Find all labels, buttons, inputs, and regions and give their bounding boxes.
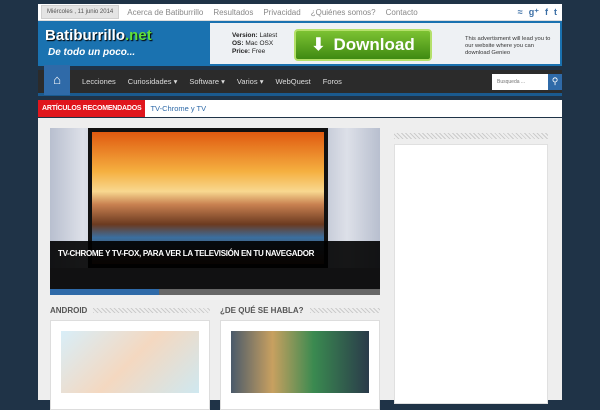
price-label: Price: — [232, 48, 251, 55]
nav-software[interactable]: Software ▾ — [183, 77, 230, 86]
download-label: Download — [333, 35, 415, 54]
post-thumbnail — [231, 331, 369, 393]
date-label: Miércoles , 11 junio 2014 — [41, 5, 120, 19]
os-value: Mac OSX — [245, 40, 274, 47]
sidebar-widget — [394, 144, 548, 404]
rss-icon[interactable]: ≈ — [518, 7, 523, 18]
search-form: ⚲ — [492, 73, 562, 90]
twitter-icon[interactable]: t — [554, 7, 557, 18]
version-label: Version: — [232, 32, 258, 39]
nav-varios[interactable]: Varios ▾ — [231, 77, 270, 86]
nav-lecciones[interactable]: Lecciones — [76, 77, 122, 86]
post-thumbnail — [61, 331, 199, 393]
post-card[interactable] — [50, 320, 210, 410]
download-button[interactable]: ⬇ Download — [294, 29, 432, 61]
featured-slider[interactable]: TV-CHROME Y TV-FOX, PARA VER LA TELEVISI… — [50, 128, 380, 295]
main-nav: ⌂ Lecciones Curiosidades ▾ Software ▾ Va… — [38, 64, 562, 96]
home-icon: ⌂ — [53, 72, 61, 87]
tagline: De todo un poco... — [48, 47, 136, 58]
nav-label: Curiosidades — [127, 77, 172, 86]
top-link-privacidad[interactable]: Privacidad — [263, 8, 300, 17]
facebook-icon[interactable]: f — [545, 7, 548, 18]
top-link-acerca[interactable]: Acerca de Batiburrillo — [127, 8, 203, 17]
os-label: OS: — [232, 40, 244, 47]
section-header-android: ANDROID — [50, 306, 210, 315]
slider-progress — [50, 289, 380, 295]
top-link-resultados[interactable]: Resultados — [213, 8, 253, 17]
slide-title: TV-CHROME Y TV-FOX, PARA VER LA TELEVISI… — [58, 249, 315, 258]
advertisement-banner[interactable]: Version: Latest OS: Mac OSX Price: Free … — [210, 23, 560, 64]
site-logo[interactable]: Batiburrillo.net — [45, 27, 152, 44]
content-area: TV-CHROME Y TV-FOX, PARA VER LA TELEVISI… — [38, 118, 562, 410]
nav-curiosidades[interactable]: Curiosidades ▾ — [122, 77, 184, 86]
ad-text: This advertisment will lead you to our w… — [465, 36, 551, 56]
slide-caption[interactable]: TV-CHROME Y TV-FOX, PARA VER LA TELEVISI… — [50, 241, 380, 291]
logo-tld: .net — [125, 27, 152, 44]
nav-label: Varios — [236, 77, 258, 86]
nav-label: Software — [189, 77, 220, 86]
post-card[interactable] — [220, 320, 380, 410]
sidebar-divider — [394, 133, 548, 139]
home-button[interactable]: ⌂ — [44, 64, 70, 95]
ticker-label: ARTÍCULOS RECOMENDADOS — [38, 100, 146, 117]
section-header-de-que-se-habla: ¿DE QUÉ SE HABLA? — [220, 306, 380, 315]
google-plus-icon[interactable]: g⁺ — [529, 7, 539, 18]
site-header: Batiburrillo.net De todo un poco... Vers… — [38, 21, 562, 66]
social-links: ≈ g⁺ f t — [518, 7, 557, 18]
caret-down-icon: ▾ — [221, 77, 225, 86]
news-ticker: ARTÍCULOS RECOMENDADOS TV-Chrome y TV — [38, 100, 562, 117]
caret-down-icon: ▾ — [173, 77, 178, 86]
caret-down-icon: ▾ — [259, 77, 264, 86]
search-input[interactable] — [492, 73, 548, 90]
search-button[interactable]: ⚲ — [548, 73, 562, 90]
search-icon: ⚲ — [551, 76, 559, 86]
version-value: Latest — [259, 32, 278, 39]
top-link-quienes[interactable]: ¿Quiénes somos? — [311, 8, 376, 17]
ad-specs: Version: Latest OS: Mac OSX Price: Free — [232, 32, 277, 56]
top-bar: Miércoles , 11 junio 2014 Acerca de Bati… — [38, 4, 562, 21]
slider-progress-fill — [50, 289, 159, 295]
nav-webquest[interactable]: WebQuest — [269, 77, 316, 86]
logo-main: Batiburrillo — [45, 27, 126, 44]
nav-foros[interactable]: Foros — [317, 77, 348, 86]
download-icon: ⬇ — [311, 35, 326, 54]
top-link-contacto[interactable]: Contacto — [386, 8, 418, 17]
price-value: Free — [251, 48, 266, 55]
ticker-item[interactable]: TV-Chrome y TV — [150, 104, 206, 113]
section-title[interactable]: ANDROID — [50, 306, 87, 315]
section-title[interactable]: ¿DE QUÉ SE HABLA? — [220, 306, 304, 315]
